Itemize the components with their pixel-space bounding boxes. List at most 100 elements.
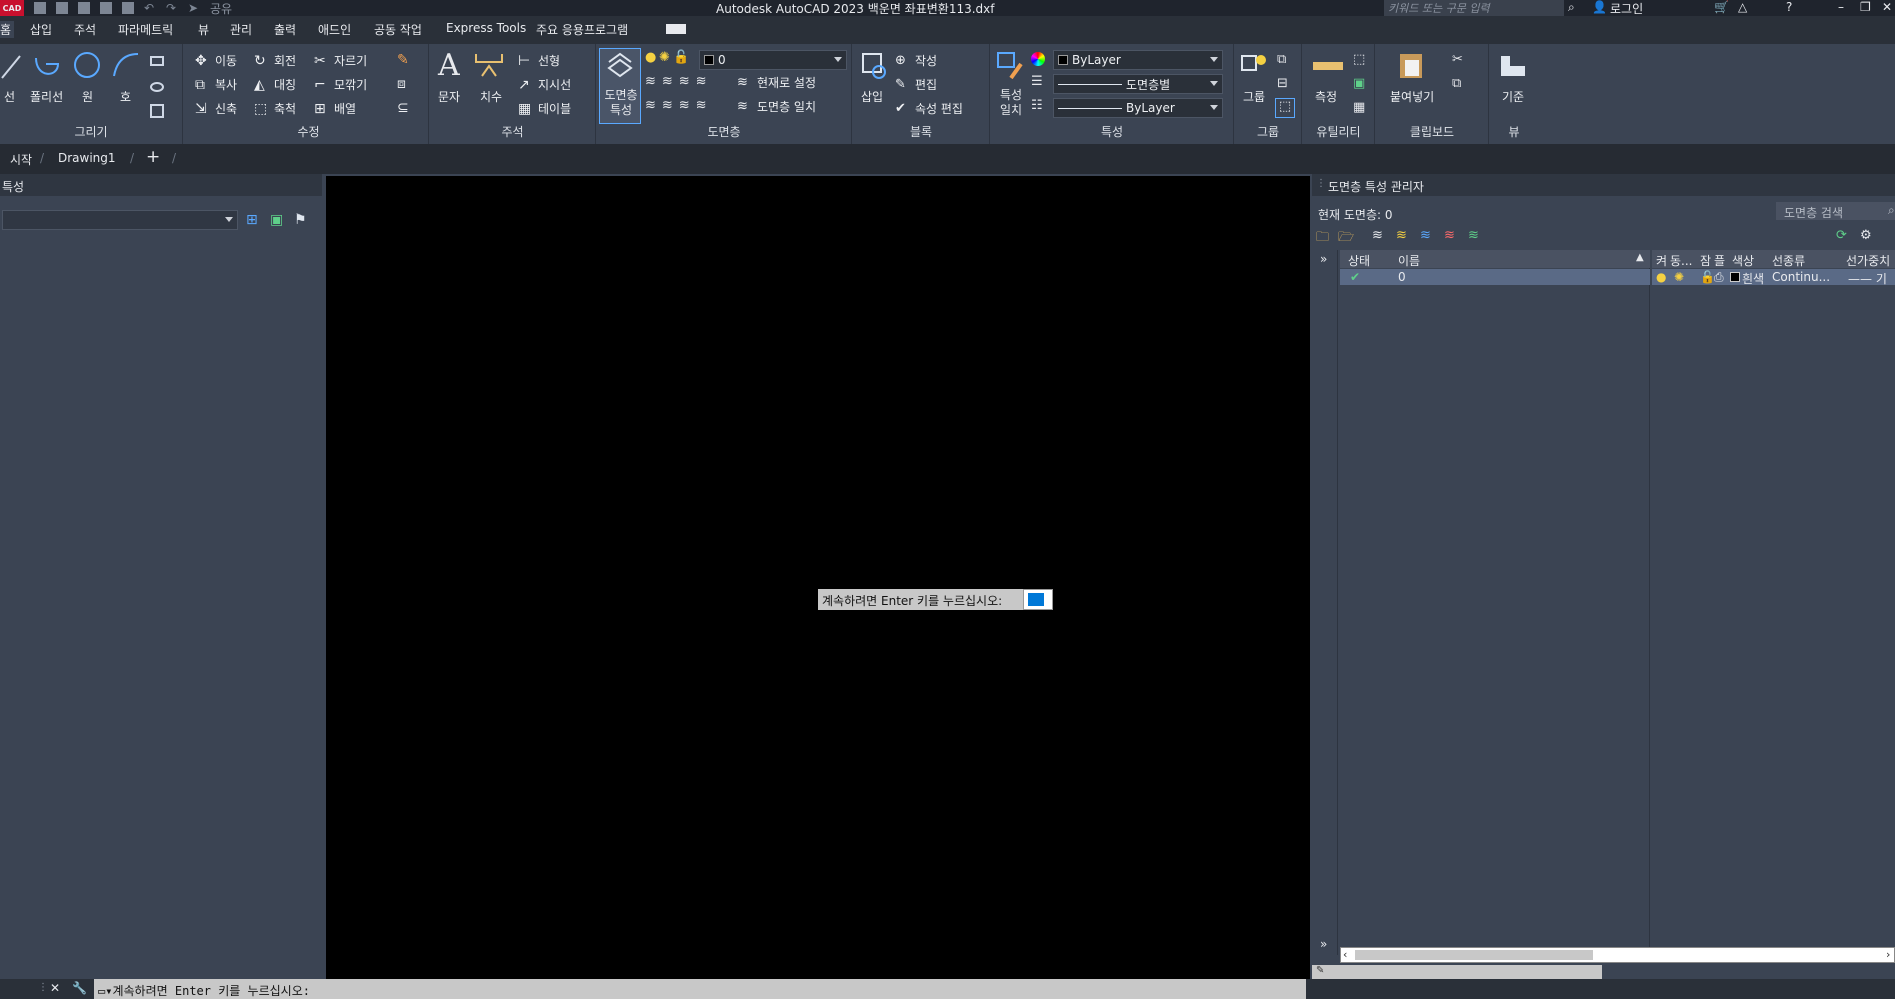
header-color[interactable]: 색상 bbox=[1732, 252, 1754, 269]
ribbon-toggle-icon[interactable] bbox=[666, 24, 686, 34]
circle-button[interactable]: 원 bbox=[82, 88, 93, 105]
object-type-dropdown[interactable] bbox=[2, 210, 238, 230]
tab-output[interactable]: 출력 bbox=[274, 21, 296, 38]
copy-clip-icon[interactable]: ⧉ bbox=[1452, 76, 1461, 91]
layer-tools-row1-icon[interactable]: ≋≋≋≋ bbox=[645, 74, 713, 89]
tab-start[interactable]: 시작 bbox=[10, 151, 32, 168]
make-current-button[interactable]: ≋ 현재로 설정 bbox=[737, 74, 816, 91]
tab-view[interactable]: 뷰 bbox=[198, 21, 209, 38]
layer-lineweight[interactable]: —— 기 bbox=[1848, 270, 1887, 287]
paste-icon[interactable] bbox=[1396, 50, 1426, 80]
minimize-icon[interactable]: – bbox=[1838, 0, 1844, 14]
new-layer-vp-icon[interactable]: ≋ bbox=[1420, 228, 1431, 243]
lineweight-icon[interactable]: ☷ bbox=[1031, 98, 1043, 113]
linear-button[interactable]: ⊢ 선형 bbox=[518, 52, 560, 69]
group-select-icon[interactable]: ⬚ bbox=[1275, 98, 1295, 118]
user-icon[interactable]: 👤 bbox=[1592, 0, 1607, 14]
header-lineweight[interactable]: 선가중치 bbox=[1846, 252, 1890, 269]
close-icon[interactable]: ✕ bbox=[1882, 0, 1892, 14]
ungroup-icon[interactable]: ⧉ bbox=[1277, 52, 1286, 67]
redo-icon[interactable]: ↷ bbox=[166, 2, 178, 14]
array-button[interactable]: ⊞ 배열 bbox=[314, 100, 356, 117]
erase-button[interactable]: ✎ bbox=[397, 52, 413, 68]
explode-button[interactable]: ⧈ bbox=[397, 76, 413, 92]
copy-button[interactable]: ⧉ 복사 bbox=[195, 76, 237, 93]
tab-manage[interactable]: 관리 bbox=[230, 21, 252, 38]
plot-icon[interactable] bbox=[122, 2, 134, 14]
cmd-grip-icon[interactable]: ⋮ bbox=[38, 982, 48, 993]
properties-group-label[interactable]: 특성 bbox=[991, 123, 1233, 140]
measure-icon[interactable] bbox=[1313, 62, 1343, 70]
layer-row-left[interactable] bbox=[1340, 269, 1650, 285]
insert-button[interactable]: 삽입 bbox=[861, 88, 883, 105]
share-label[interactable]: 공유 bbox=[210, 0, 232, 17]
cart-icon[interactable]: 🛒 bbox=[1714, 0, 1729, 14]
layer-search-input[interactable]: 도면층 검색 bbox=[1776, 202, 1895, 220]
block-group-label[interactable]: 블록 bbox=[853, 123, 989, 140]
set-current-icon[interactable]: ≋ bbox=[1468, 228, 1479, 243]
layers-group-label[interactable]: 도면층 bbox=[597, 123, 851, 140]
new-filter-icon[interactable]: 🗀 bbox=[1316, 228, 1329, 250]
calculator-icon[interactable]: ▦ bbox=[1353, 100, 1365, 115]
layer-states-icon[interactable]: ≋ bbox=[1372, 228, 1383, 243]
scroll-left-icon[interactable]: ‹ bbox=[1343, 948, 1347, 961]
view-group-label[interactable]: 뷰 bbox=[1490, 123, 1538, 140]
header-status[interactable]: 상태 bbox=[1348, 252, 1370, 269]
group-edit-icon[interactable]: ⊟ bbox=[1277, 76, 1288, 91]
utilities-group-label[interactable]: 유틸리티 bbox=[1303, 123, 1374, 140]
line-button[interactable]: 선 bbox=[4, 88, 15, 105]
header-on[interactable]: 켜 bbox=[1656, 252, 1667, 269]
scroll-right-icon[interactable]: › bbox=[1886, 948, 1890, 961]
delete-layer-icon[interactable]: ≋ bbox=[1444, 228, 1455, 243]
base-view-button[interactable]: 기준 bbox=[1502, 88, 1524, 105]
match-properties-label[interactable]: 특성 일치 bbox=[995, 88, 1027, 118]
polyline-button[interactable]: 폴리선 bbox=[30, 88, 63, 105]
layer-plot-printer-icon[interactable]: ⎙ bbox=[1714, 270, 1724, 285]
new-tab-plus-icon[interactable]: + bbox=[146, 147, 160, 167]
group-icon[interactable] bbox=[1239, 50, 1269, 80]
tab-drawing1[interactable]: Drawing1 bbox=[58, 151, 116, 165]
tab-annotate[interactable]: 주석 bbox=[74, 21, 96, 38]
stretch-button[interactable]: ⇲ 신축 bbox=[195, 100, 237, 117]
base-view-icon[interactable] bbox=[1498, 50, 1528, 80]
tab-addins[interactable]: 애드인 bbox=[318, 21, 351, 38]
layer-lock-icon[interactable]: 🔓 bbox=[673, 50, 689, 65]
dynamic-input-field[interactable] bbox=[1023, 589, 1053, 610]
quick-select-panel-icon[interactable]: ⚑ bbox=[294, 212, 307, 228]
login-label[interactable]: 로그인 bbox=[1610, 0, 1643, 17]
layer-freeze-icon[interactable]: ✺ bbox=[659, 50, 670, 65]
circle-icon[interactable] bbox=[72, 50, 102, 80]
layer-search-icon[interactable]: ⌕ bbox=[1888, 203, 1895, 218]
toggle-pickadd-icon[interactable]: ⊞ bbox=[246, 212, 258, 228]
create-block-button[interactable]: ⊕ 작성 bbox=[895, 52, 937, 69]
arc-icon[interactable] bbox=[110, 50, 140, 80]
ellipse-icon[interactable] bbox=[150, 82, 164, 92]
table-button[interactable]: ▦ 테이블 bbox=[518, 100, 571, 117]
text-icon[interactable]: A bbox=[438, 48, 460, 83]
polyline-icon[interactable] bbox=[32, 50, 62, 80]
dimension-button[interactable]: 치수 bbox=[480, 88, 502, 105]
header-freeze[interactable]: 동... bbox=[1670, 252, 1692, 269]
expand-filter-bottom-icon[interactable]: » bbox=[1320, 937, 1327, 951]
app-logo[interactable]: CAD bbox=[0, 0, 24, 16]
tab-collaborate[interactable]: 공동 작업 bbox=[374, 21, 422, 38]
group-button[interactable]: 그룹 bbox=[1243, 88, 1265, 105]
edit-block-button[interactable]: ✎ 편집 bbox=[895, 76, 937, 93]
insert-block-icon[interactable] bbox=[859, 50, 889, 80]
save-icon[interactable] bbox=[78, 2, 90, 14]
tab-parametric[interactable]: 파라메트릭 bbox=[118, 21, 173, 38]
edit-attributes-button[interactable]: ✔ 속성 편집 bbox=[895, 100, 963, 117]
undo-icon[interactable]: ↶ bbox=[144, 2, 156, 14]
header-lock[interactable]: 잠 bbox=[1700, 252, 1711, 269]
rectangle-icon[interactable] bbox=[150, 56, 164, 66]
color-wheel-icon[interactable] bbox=[1031, 52, 1045, 66]
layer-color-swatch-black[interactable] bbox=[1730, 272, 1740, 282]
offset-button[interactable]: ⊆ bbox=[397, 100, 413, 116]
search-box[interactable]: 키워드 또는 구문 입력 bbox=[1384, 0, 1564, 16]
new-icon[interactable] bbox=[34, 2, 46, 14]
scroll-thumb[interactable] bbox=[1355, 950, 1593, 960]
tab-featured-apps[interactable]: 주요 응용프로그램 bbox=[536, 21, 628, 38]
header-plot[interactable]: 플 bbox=[1714, 252, 1725, 269]
tab-express-tools[interactable]: Express Tools bbox=[446, 21, 526, 35]
mirror-button[interactable]: ◭ 대칭 bbox=[254, 76, 296, 93]
